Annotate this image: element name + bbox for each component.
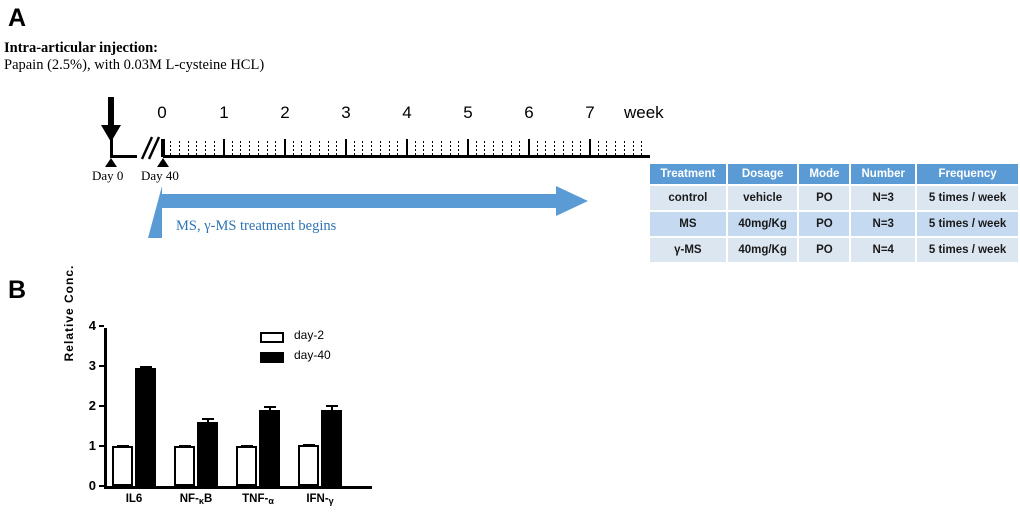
timeline-minor-tick [606,141,608,155]
table-cell-mode: PO [799,212,850,236]
timeline-minor-tick [615,141,617,155]
chart-legend-swatch [260,352,284,363]
table-cell-dosage: 40mg/Kg [727,212,798,236]
timeline-minor-tick [432,141,434,155]
table-cell-number: N=3 [851,212,916,236]
timeline-minor-tick [484,141,486,155]
table-cell-frequency: 5 times / week [917,186,1018,210]
day-marker-label-0: Day 0 [92,168,124,183]
table-row: control vehicle PO N=3 5 times / week [650,186,1018,210]
timeline-minor-tick [440,141,442,155]
timeline-minor-tick [196,141,198,155]
chart-category-label: IL6 [125,493,143,505]
timeline-minor-tick [310,141,312,155]
timeline-minor-tick [388,141,390,155]
timeline-minor-tick [214,141,216,155]
timeline-minor-tick [510,141,512,155]
table-cell-dosage: vehicle [727,186,798,210]
timeline-minor-tick [501,141,503,155]
timeline-minor-tick [379,141,381,155]
panel-a-label: A [8,4,27,32]
table-cell-number: N=3 [851,186,916,210]
timeline: 0 1 2 3 4 5 6 7 week Day 0 Day 40 [0,95,700,195]
injection-title: Intra-articular injection: [4,40,158,56]
timeline-minor-tick [178,141,180,155]
table-header-frequency: Frequency [917,164,1018,184]
timeline-minor-tick [240,141,242,155]
table-header-dosage: Dosage [727,164,798,184]
chart-category-label: TNF-α [242,493,274,506]
timeline-minor-tick [231,141,233,155]
timeline-minor-tick [169,141,171,155]
table-cell-dosage: 40mg/Kg [727,238,798,262]
timeline-minor-tick [493,141,495,155]
day-marker-triangle [157,158,169,167]
timeline-minor-tick [336,141,338,155]
treatment-arrow-label: MS, γ-MS treatment begins [176,218,337,234]
timeline-minor-tick [519,141,521,155]
timeline-minor-tick [597,141,599,155]
table-cell-treatment: control [650,186,726,210]
panel-b-label: B [8,276,27,304]
timeline-minor-tick [562,141,564,155]
day-marker-triangle [105,158,117,167]
injection-description: Intra-articular injection: Papain (2.5%)… [4,40,264,74]
timeline-minor-tick [641,141,643,155]
chart-legend-swatch [260,332,284,343]
chart-category-label: IFN-γ [306,493,334,506]
table-cell-treatment: MS [650,212,726,236]
timeline-minor-tick [371,141,373,155]
timeline-minor-tick [318,141,320,155]
timeline-minor-tick [353,141,355,155]
treatment-table: Treatment Dosage Mode Number Frequency c… [648,162,1020,264]
timeline-minor-tick [292,141,294,155]
table-header-mode: Mode [799,164,850,184]
timeline-minor-tick [187,141,189,155]
cytokine-bar-chart: Relative Conc. 01234 IL6 NF-κB TNF-α IFN-γ … [60,265,400,523]
day-marker-label-1: Day 40 [141,168,179,183]
timeline-minor-tick [397,141,399,155]
timeline-minor-tick [580,141,582,155]
timeline-minor-tick [205,141,207,155]
chart-category-labels: IL6 NF-κB TNF-α IFN-γ [60,318,400,518]
timeline-minor-tick [632,141,634,155]
timeline-minor-tick [362,141,364,155]
timeline-minor-tick [327,141,329,155]
chart-legend-label: day-2 [294,328,325,342]
table-cell-number: N=4 [851,238,916,262]
table-header-row: Treatment Dosage Mode Number Frequency [650,164,1018,184]
timeline-minor-tick [449,141,451,155]
table-cell-treatment: γ-MS [650,238,726,262]
timeline-minor-tick [275,141,277,155]
table-header-treatment: Treatment [650,164,726,184]
timeline-minor-tick [536,141,538,155]
table-cell-mode: PO [799,186,850,210]
table-cell-mode: PO [799,238,850,262]
timeline-minor-tick [475,141,477,155]
timeline-minor-tick [545,141,547,155]
table-header-number: Number [851,164,916,184]
timeline-minor-tick [554,141,556,155]
table-row: γ-MS 40mg/Kg PO N=4 5 times / week [650,238,1018,262]
injection-detail: Papain (2.5%), with 0.03M L-cysteine HCL… [4,57,265,73]
timeline-minor-tick [414,141,416,155]
chart-legend-label: day-40 [294,348,331,362]
timeline-minor-tick [301,141,303,155]
timeline-minor-tick [458,141,460,155]
table-cell-frequency: 5 times / week [917,238,1018,262]
timeline-minor-tick [571,141,573,155]
chart-category-label: NF-κB [179,493,213,506]
timeline-minor-tick [249,141,251,155]
timeline-minor-tick [623,141,625,155]
timeline-minor-tick [423,141,425,155]
timeline-minor-tick [266,141,268,155]
table-cell-frequency: 5 times / week [917,212,1018,236]
timeline-minor-tick [257,141,259,155]
table-row: MS 40mg/Kg PO N=3 5 times / week [650,212,1018,236]
